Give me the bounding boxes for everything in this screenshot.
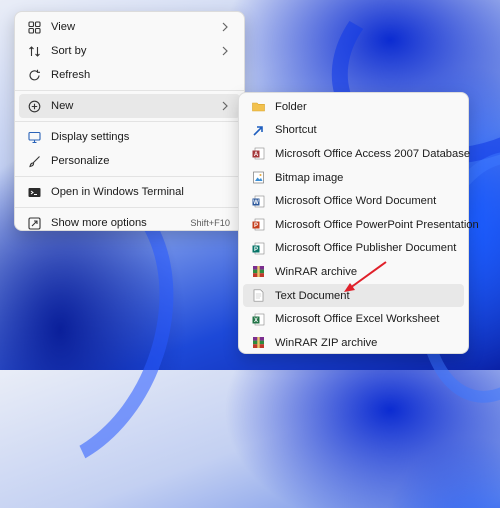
annotation-arrow-icon (344, 261, 387, 292)
